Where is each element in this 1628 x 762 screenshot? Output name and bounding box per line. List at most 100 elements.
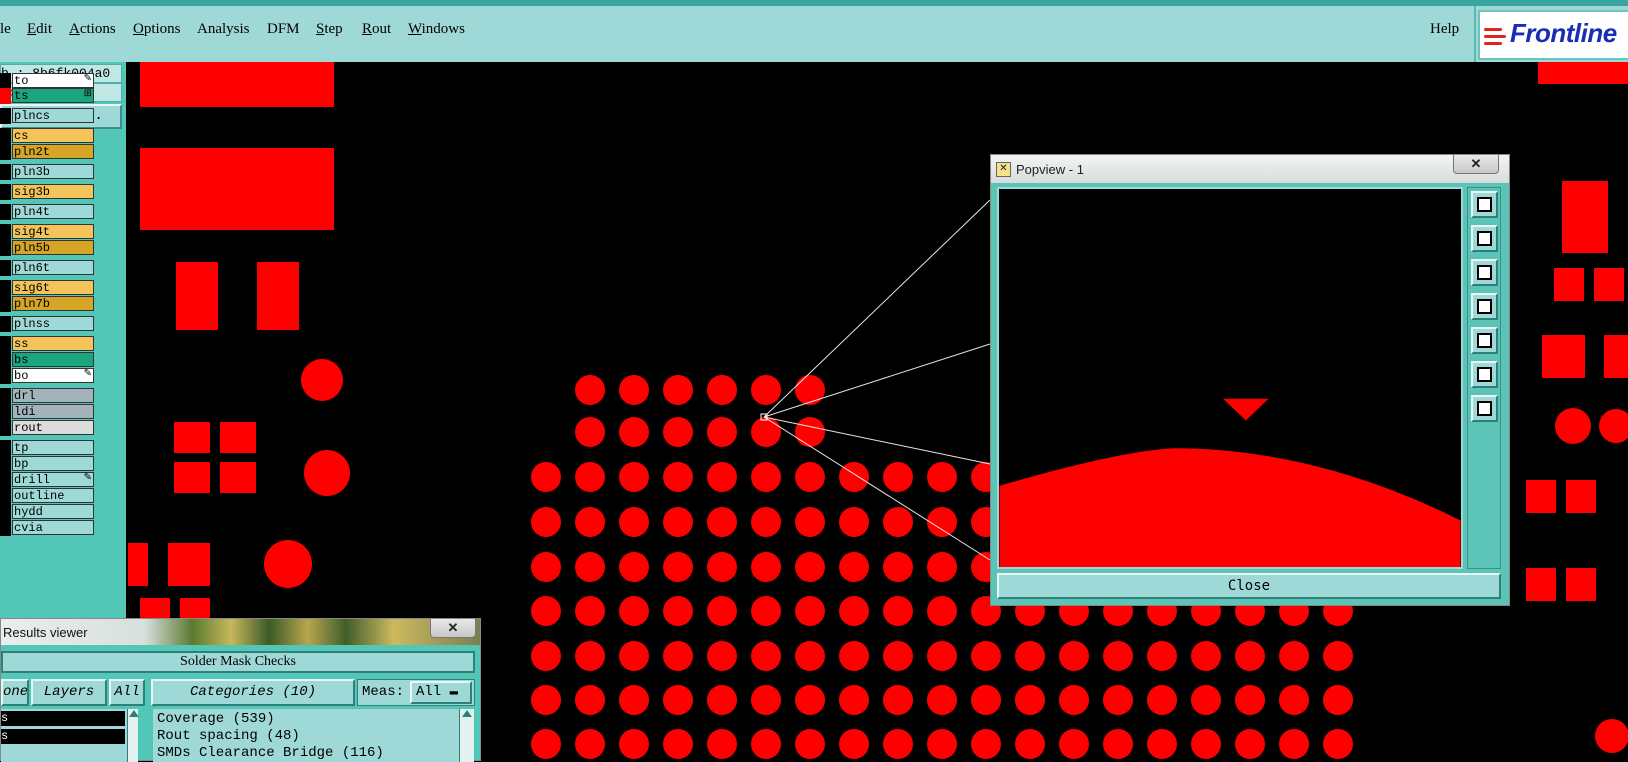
layer-name[interactable]: sig4t: [12, 224, 94, 239]
layer-color-swatch[interactable]: [0, 420, 11, 436]
layer-name[interactable]: bp: [12, 456, 94, 471]
rect-pad[interactable]: [1542, 335, 1585, 378]
bga-pad[interactable]: [839, 685, 869, 715]
bga-pad[interactable]: [707, 729, 737, 759]
menu-windows[interactable]: Windows: [408, 21, 465, 38]
results-layer-list[interactable]: s s: [1, 709, 139, 762]
bga-pad[interactable]: [531, 685, 561, 715]
bga-pad[interactable]: [839, 729, 869, 759]
menu-dfm[interactable]: DFM: [267, 21, 300, 38]
layer-row-bp[interactable]: bp: [0, 456, 96, 472]
rect-pad[interactable]: [176, 262, 218, 330]
bga-pad[interactable]: [751, 417, 781, 447]
category-item[interactable]: Coverage (539): [157, 711, 275, 728]
bga-pad[interactable]: [751, 375, 781, 405]
bga-pad[interactable]: [883, 507, 913, 537]
menu-analysis[interactable]: Analysis: [197, 21, 250, 38]
bga-pad[interactable]: [795, 552, 825, 582]
bga-pad[interactable]: [971, 685, 1001, 715]
smd-pad[interactable]: [220, 462, 256, 493]
bga-pad[interactable]: [1323, 729, 1353, 759]
bga-pad[interactable]: [927, 507, 957, 537]
bga-pad[interactable]: [707, 685, 737, 715]
bga-pad[interactable]: [531, 729, 561, 759]
bga-pad[interactable]: [663, 507, 693, 537]
all-layers-button[interactable]: All: [109, 679, 145, 706]
bga-pad[interactable]: [619, 507, 649, 537]
layer-color-swatch[interactable]: [0, 164, 11, 180]
layer-color-swatch[interactable]: [0, 204, 11, 220]
bga-pad[interactable]: [1059, 641, 1089, 671]
smd-pad[interactable]: [1554, 268, 1584, 301]
bga-pad[interactable]: [663, 375, 693, 405]
layer-name[interactable]: pln3b: [12, 164, 94, 179]
layer-name[interactable]: plncs: [12, 108, 94, 123]
rect-pad[interactable]: [1562, 181, 1608, 253]
bga-pad[interactable]: [1235, 685, 1265, 715]
layer-row-bo[interactable]: bo ✎: [0, 368, 96, 384]
popview-titlebar[interactable]: ✕ Popview - 1 ✕: [991, 155, 1509, 183]
bga-pad[interactable]: [663, 462, 693, 492]
bga-pad[interactable]: [751, 552, 781, 582]
results-viewer-titlebar[interactable]: Results viewer ✕: [1, 619, 480, 645]
bga-pad[interactable]: [1103, 641, 1133, 671]
bga-pad[interactable]: [1323, 685, 1353, 715]
bga-pad[interactable]: [1279, 729, 1309, 759]
bga-pad[interactable]: [707, 462, 737, 492]
bga-pad[interactable]: [619, 552, 649, 582]
bga-pad[interactable]: [927, 596, 957, 626]
layer-row-sig6t[interactable]: sig6t: [0, 280, 96, 296]
bga-pad[interactable]: [795, 462, 825, 492]
category-item[interactable]: SMDs Clearance Bridge (116): [157, 745, 384, 762]
bga-pad[interactable]: [575, 641, 605, 671]
bga-pad[interactable]: [1059, 685, 1089, 715]
smd-pad[interactable]: [1526, 568, 1556, 601]
rect-pad[interactable]: [140, 62, 334, 107]
results-layer-line[interactable]: s: [1, 729, 125, 744]
layer-color-swatch[interactable]: [0, 280, 11, 296]
layer-name[interactable]: pln6t: [12, 260, 94, 275]
layer-color-swatch[interactable]: [0, 316, 11, 332]
round-pad[interactable]: [301, 359, 343, 401]
layer-name[interactable]: cvia: [12, 520, 94, 535]
bga-pad[interactable]: [531, 641, 561, 671]
bga-pad[interactable]: [971, 729, 1001, 759]
bga-pad[interactable]: [575, 596, 605, 626]
bga-pad[interactable]: [575, 417, 605, 447]
bga-pad[interactable]: [839, 552, 869, 582]
rect-pad[interactable]: [1538, 62, 1628, 84]
bga-pad[interactable]: [795, 729, 825, 759]
bga-pad[interactable]: [883, 596, 913, 626]
bga-pad[interactable]: [1015, 685, 1045, 715]
layer-row-rout[interactable]: rout: [0, 420, 96, 436]
smd-pad[interactable]: [174, 422, 210, 453]
menu-rout[interactable]: Rout: [362, 21, 391, 38]
layer-row-ts[interactable]: ts ⊞: [0, 88, 96, 104]
layer-color-swatch[interactable]: [0, 440, 11, 456]
layer-row-sig4t[interactable]: sig4t: [0, 224, 96, 240]
popview-close-button[interactable]: Close: [997, 573, 1501, 599]
scroll-up-icon[interactable]: [462, 710, 472, 717]
layer-color-swatch[interactable]: [0, 296, 11, 312]
layer-color-swatch[interactable]: [0, 260, 11, 276]
bga-pad[interactable]: [927, 729, 957, 759]
bga-pad[interactable]: [839, 641, 869, 671]
layer-name[interactable]: pln2t: [12, 144, 94, 159]
bga-pad[interactable]: [751, 685, 781, 715]
layer-color-swatch[interactable]: [0, 224, 11, 240]
bga-pad[interactable]: [883, 685, 913, 715]
fit-view-button[interactable]: [1471, 395, 1498, 422]
bga-pad[interactable]: [795, 375, 825, 405]
bga-pad[interactable]: [1235, 641, 1265, 671]
bga-pad[interactable]: [707, 375, 737, 405]
round-pad[interactable]: [1599, 409, 1628, 443]
none-button[interactable]: one: [1, 679, 29, 706]
bga-pad[interactable]: [1191, 729, 1221, 759]
round-pad[interactable]: [264, 540, 312, 588]
popview-view[interactable]: [997, 187, 1463, 569]
results-layer-line[interactable]: s: [1, 711, 125, 726]
layer-color-swatch[interactable]: [0, 336, 11, 352]
layer-name[interactable]: outline: [12, 488, 94, 503]
bga-pad[interactable]: [1191, 641, 1221, 671]
scroll-up-icon[interactable]: [129, 710, 139, 717]
